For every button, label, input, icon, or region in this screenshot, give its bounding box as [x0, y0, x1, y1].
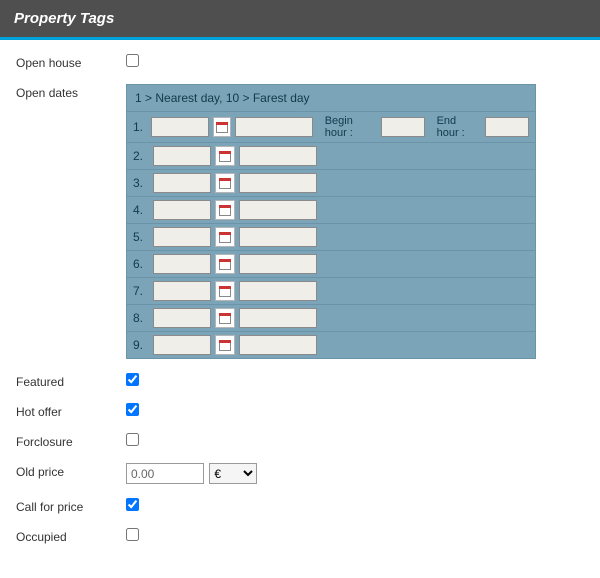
label-call-for-price: Call for price: [16, 498, 126, 514]
open-date-number: 6.: [133, 257, 149, 271]
open-date-extra-input[interactable]: [235, 117, 313, 137]
row-call-for-price: Call for price: [16, 498, 584, 514]
open-date-input[interactable]: [153, 254, 211, 274]
open-dates-hint: 1 > Nearest day, 10 > Farest day: [127, 85, 535, 111]
row-hot-offer: Hot offer: [16, 403, 584, 419]
label-hot-offer: Hot offer: [16, 403, 126, 419]
calendar-glyph: [219, 232, 231, 243]
calendar-icon[interactable]: [215, 227, 235, 247]
open-date-row: 3.: [127, 169, 535, 196]
call-for-price-checkbox[interactable]: [126, 498, 139, 511]
open-date-extra-input[interactable]: [239, 200, 317, 220]
calendar-glyph: [219, 151, 231, 162]
calendar-glyph: [219, 259, 231, 270]
open-date-input[interactable]: [153, 281, 211, 301]
open-date-number: 7.: [133, 284, 149, 298]
begin-hour-input[interactable]: [381, 117, 425, 137]
label-forclosure: Forclosure: [16, 433, 126, 449]
open-date-number: 2.: [133, 149, 149, 163]
open-date-input[interactable]: [153, 308, 211, 328]
calendar-glyph: [219, 313, 231, 324]
open-date-row: 1. Begin hour : End hour :: [127, 111, 535, 142]
open-date-input[interactable]: [153, 335, 211, 355]
open-date-row: 7.: [127, 277, 535, 304]
label-open-dates: Open dates: [16, 84, 126, 100]
control-open-house: [126, 54, 584, 70]
open-date-row: 2.: [127, 142, 535, 169]
row-occupied: Occupied: [16, 528, 584, 544]
calendar-icon[interactable]: [215, 146, 235, 166]
row-featured: Featured: [16, 373, 584, 389]
begin-hour-label: Begin hour :: [325, 115, 377, 139]
label-occupied: Occupied: [16, 528, 126, 544]
open-date-extra-input[interactable]: [239, 335, 317, 355]
open-date-number: 4.: [133, 203, 149, 217]
row-open-house: Open house: [16, 54, 584, 70]
control-open-dates: 1 > Nearest day, 10 > Farest day 1. Begin…: [126, 84, 584, 359]
label-featured: Featured: [16, 373, 126, 389]
row-open-dates: Open dates 1 > Nearest day, 10 > Farest …: [16, 84, 584, 359]
open-date-extra-input[interactable]: [239, 254, 317, 274]
open-date-row: 8.: [127, 304, 535, 331]
calendar-icon[interactable]: [215, 308, 235, 328]
end-hour-label: End hour :: [437, 115, 481, 139]
panel-header: Property Tags: [0, 0, 600, 40]
featured-checkbox[interactable]: [126, 373, 139, 386]
open-date-input[interactable]: [153, 146, 211, 166]
open-date-input[interactable]: [153, 227, 211, 247]
open-date-row: 4.: [127, 196, 535, 223]
open-date-extra-input[interactable]: [239, 173, 317, 193]
calendar-icon[interactable]: [215, 200, 235, 220]
label-old-price: Old price: [16, 463, 126, 479]
old-price-input[interactable]: [126, 463, 204, 484]
calendar-icon[interactable]: [215, 173, 235, 193]
currency-select[interactable]: €: [209, 463, 257, 484]
open-date-extra-input[interactable]: [239, 227, 317, 247]
calendar-glyph: [216, 122, 228, 133]
open-date-row: 5.: [127, 223, 535, 250]
open-date-extra-input[interactable]: [239, 281, 317, 301]
open-date-number: 8.: [133, 311, 149, 325]
open-date-number: 9.: [133, 338, 149, 352]
calendar-glyph: [219, 340, 231, 351]
open-date-extra-input[interactable]: [239, 308, 317, 328]
end-hour-input[interactable]: [485, 117, 529, 137]
calendar-icon[interactable]: [215, 335, 235, 355]
open-date-input[interactable]: [153, 173, 211, 193]
open-house-checkbox[interactable]: [126, 54, 139, 67]
open-date-number: 5.: [133, 230, 149, 244]
open-date-number: 3.: [133, 176, 149, 190]
calendar-icon[interactable]: [213, 117, 231, 137]
row-old-price: Old price €: [16, 463, 584, 484]
open-date-number: 1.: [133, 120, 147, 134]
forclosure-checkbox[interactable]: [126, 433, 139, 446]
open-date-row: 9.: [127, 331, 535, 358]
open-dates-box: 1 > Nearest day, 10 > Farest day 1. Begin…: [126, 84, 536, 359]
calendar-glyph: [219, 178, 231, 189]
occupied-checkbox[interactable]: [126, 528, 139, 541]
calendar-glyph: [219, 286, 231, 297]
open-date-input[interactable]: [153, 200, 211, 220]
open-date-row: 6.: [127, 250, 535, 277]
hot-offer-checkbox[interactable]: [126, 403, 139, 416]
form-body: Open house Open dates 1 > Nearest day, 1…: [0, 40, 600, 578]
calendar-glyph: [219, 205, 231, 216]
row-forclosure: Forclosure: [16, 433, 584, 449]
label-open-house: Open house: [16, 54, 126, 70]
calendar-icon[interactable]: [215, 254, 235, 274]
calendar-icon[interactable]: [215, 281, 235, 301]
panel-title: Property Tags: [14, 10, 114, 27]
open-date-extra-input[interactable]: [239, 146, 317, 166]
open-date-input[interactable]: [151, 117, 209, 137]
